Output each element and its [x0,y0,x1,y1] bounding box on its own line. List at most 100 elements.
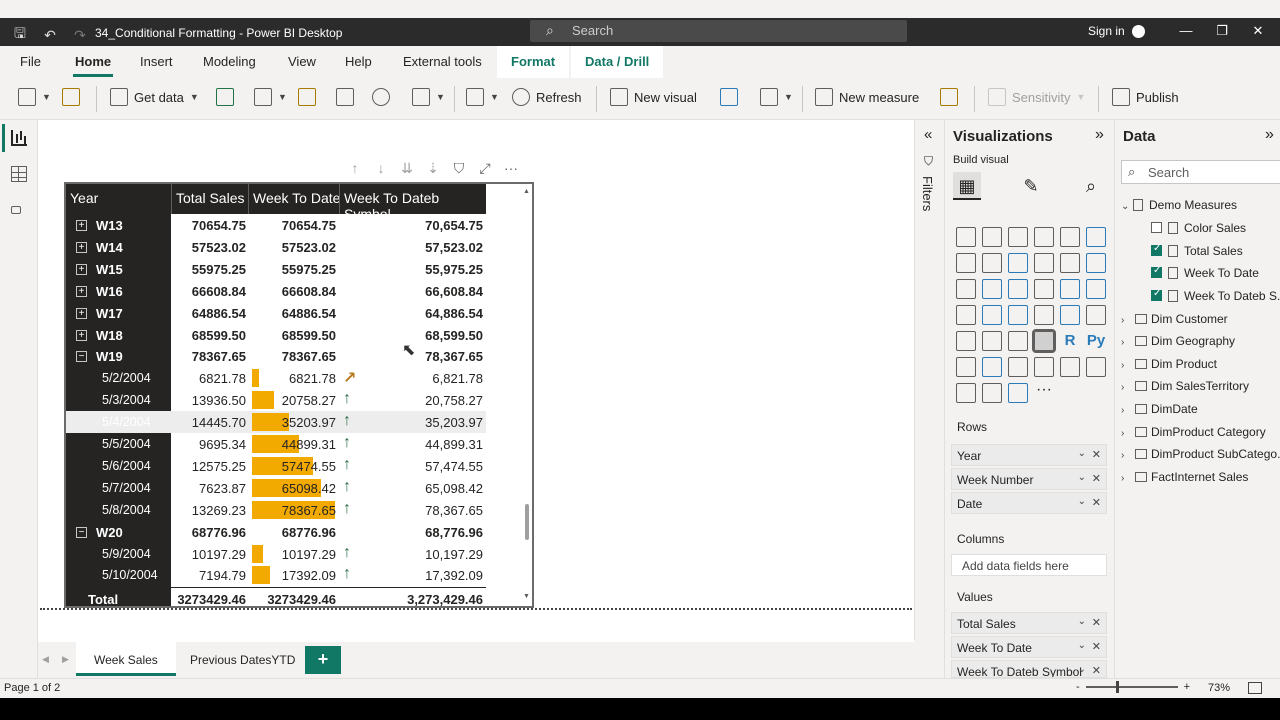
table-icon[interactable] [1008,331,1028,351]
tab-view[interactable]: View [288,54,316,69]
date-row[interactable]: 5/2/2004 ↗ 6821.78 6821.78 6,821.78 [66,367,486,389]
recent-sources-button[interactable]: ▼ [412,88,445,106]
chevron-down-icon[interactable]: ⌄ [1078,640,1086,651]
remove-field-icon[interactable]: ✕ [1092,448,1101,461]
collapse-icon[interactable]: − [76,351,87,363]
vertical-scrollbar[interactable]: ▲ ▼ [523,188,530,600]
tab-format[interactable]: Format [497,46,570,78]
table-dimdate[interactable]: › DimDate [1121,402,1198,416]
page-tab-previous-datesytd[interactable]: Previous DatesYTD [172,642,313,676]
sign-in-link[interactable]: Sign in [1088,24,1125,38]
values-field-total-sales[interactable]: Total Sales ⌄ ✕ [951,612,1107,634]
filled-map-icon[interactable] [982,305,1002,325]
shape-map-icon[interactable] [1008,305,1028,325]
add-page-button[interactable]: + [305,646,341,674]
chevron-down-icon[interactable]: ⌄ [1078,472,1086,483]
more-options-icon[interactable]: ··· [504,160,518,177]
treemap-icon[interactable] [1086,279,1106,299]
refresh-button[interactable]: Refresh [512,88,582,106]
avatar[interactable] [1132,25,1145,38]
area-chart-icon[interactable] [982,253,1002,273]
matrix-icon[interactable] [1032,329,1056,353]
remove-field-icon[interactable]: ✕ [1092,496,1101,509]
field-color-sales[interactable]: Color Sales [1151,221,1246,235]
minimize-icon[interactable]: — [1176,23,1196,38]
checkbox[interactable] [1151,288,1162,301]
gauge-icon[interactable] [1034,305,1054,325]
enter-data-button[interactable] [336,88,354,106]
week-row[interactable]: + W17 64886.54 64886.54 64,886.54 [66,302,486,324]
remove-field-icon[interactable]: ✕ [1092,664,1101,677]
week-row[interactable]: − W19 78367.65 78367.65 78,367.65 [66,345,486,367]
undo-icon[interactable]: ↶ [42,27,58,44]
table-dim-geography[interactable]: › Dim Geography [1121,334,1235,348]
collapse-visualizations-icon[interactable]: » [1095,126,1104,144]
week-row[interactable]: + W16 66608.84 66608.84 66,608.84 [66,280,486,302]
values-field-week-to-dateb-symbol[interactable]: Week To Dateb Symbol ⌄ ✕ [951,660,1107,678]
rows-field-date[interactable]: Date ⌄ ✕ [951,492,1107,514]
sql-server-button[interactable] [298,88,316,106]
data-hub-button[interactable]: ▼ [254,88,287,106]
stacked-column-chart-icon[interactable] [982,227,1002,247]
tab-modeling[interactable]: Modeling [203,54,256,69]
expand-icon[interactable]: + [76,285,87,297]
smart-narrative-icon[interactable] [1034,357,1054,377]
zoom-in-icon[interactable]: + [1184,681,1190,693]
remove-field-icon[interactable]: ✕ [1092,616,1101,629]
date-row[interactable]: 5/3/2004 ↑ 13936.50 20758.27 20,758.27 [66,389,486,411]
r-visual-icon[interactable]: R [1060,331,1080,351]
key-influencers-icon[interactable] [956,357,976,377]
tab-insert[interactable]: Insert [140,54,173,69]
more-visuals-button[interactable]: ▼ [760,88,793,106]
table-dimproduct-subcategory[interactable]: › DimProduct SubCatego... [1121,447,1280,461]
model-view-icon[interactable] [11,206,21,214]
week-row[interactable]: + W18 68599.50 68599.50 68,599.50 [66,324,486,346]
title-search-box[interactable]: ⌕ Search [530,20,907,42]
page-tab-week-sales[interactable]: Week Sales [76,642,176,676]
week-row[interactable]: − W20 68776.96 68776.96 68,776.96 [66,521,486,543]
pie-chart-icon[interactable] [1034,279,1054,299]
clustered-bar-chart-icon[interactable] [1008,227,1028,247]
date-row[interactable]: 5/4/2004 ↑ 14445.70 35203.97 35,203.97 [66,411,486,434]
zoom-control[interactable]: - + [1076,681,1190,693]
sensitivity-button[interactable]: Sensitivity ▼ [988,88,1085,106]
build-visual-tab-icon[interactable]: ▦ [953,172,981,200]
new-measure-button[interactable]: New measure [815,88,919,106]
chevron-down-icon[interactable]: ⌄ [1078,616,1086,627]
tab-file[interactable]: File [20,54,41,69]
waterfall-chart-icon[interactable] [956,279,976,299]
tab-external-tools[interactable]: External tools [403,54,482,69]
100-stacked-column-chart-icon[interactable] [1086,227,1106,247]
expand-filters-icon[interactable]: « [924,126,932,143]
python-visual-icon[interactable]: Py [1086,331,1106,351]
text-box-button[interactable] [720,88,738,106]
zoom-out-icon[interactable]: - [1076,681,1080,693]
slicer-icon[interactable] [982,331,1002,351]
focus-mode-icon[interactable]: ⤢ [478,160,492,177]
kpi-icon[interactable] [956,331,976,351]
date-row[interactable]: 5/5/2004 ↑ 9695.34 44899.31 44,899.31 [66,433,486,455]
rows-field-week-number[interactable]: Week Number ⌄ ✕ [951,468,1107,490]
stacked-area-chart-icon[interactable] [1008,253,1028,273]
table-dimproduct-category[interactable]: › DimProduct Category [1121,425,1266,439]
card-icon[interactable] [1060,305,1080,325]
line-chart-icon[interactable] [956,253,976,273]
date-row[interactable]: 5/10/2004 ↑ 7194.79 17392.09 17,392.09 [66,564,486,586]
scatter-chart-icon[interactable] [1008,279,1028,299]
data-view-icon[interactable] [11,166,27,182]
drill-mode-icon[interactable]: ⇣ [426,160,440,177]
expand-icon[interactable]: + [76,329,87,341]
expand-icon[interactable]: + [76,220,87,231]
chevron-down-icon[interactable]: ⌄ [1078,496,1086,507]
field-week-to-dateb-symbol[interactable]: Week To Dateb S... [1151,288,1280,303]
expand-all-icon[interactable]: ⇊ [400,160,414,177]
column-header-total-sales[interactable]: Total Sales [176,190,244,206]
filters-label[interactable]: Filters [920,176,935,211]
quick-measure-button[interactable] [940,88,958,106]
chevron-down-icon[interactable]: ⌄ [1078,664,1086,675]
checkbox[interactable] [1151,243,1162,256]
line-and-clustered-column-icon[interactable] [1060,253,1080,273]
prev-page-icon[interactable]: ◀ [42,654,49,665]
column-header-week-to-date[interactable]: Week To Date [253,190,340,206]
checkbox[interactable] [1151,222,1162,233]
